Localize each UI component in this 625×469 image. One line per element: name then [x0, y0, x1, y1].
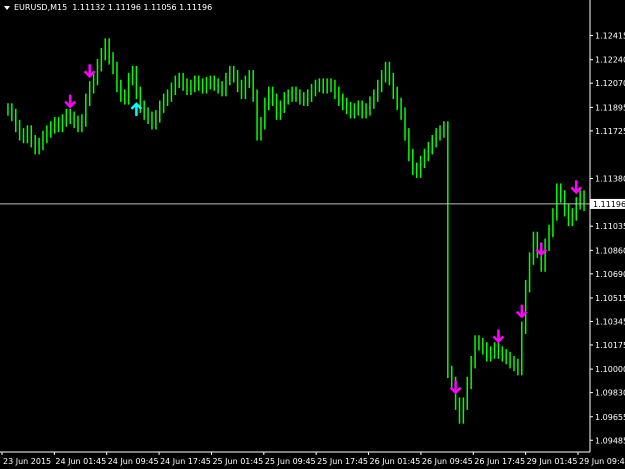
x-tick-label: 26 Jun 17:45 [474, 457, 525, 466]
chart-canvas: 1.12415 1.12240 1.12070 1.11895 1.11725 1.113… [0, 0, 625, 469]
x-tick-label: 25 Jun 17:45 [317, 457, 368, 466]
y-tick-label: 1.12415 [595, 32, 625, 41]
ohlc-values: 1.11132 1.11196 1.11056 1.11196 [72, 3, 213, 12]
y-tick-label: 1.10690 [595, 270, 625, 279]
x-tick-label: 25 Jun 01:45 [212, 457, 263, 466]
y-tick-label: 1.09485 [595, 436, 625, 445]
y-tick-label: 1.09830 [595, 389, 625, 398]
x-tick-label: 24 Jun 17:45 [160, 457, 211, 466]
dropdown-triangle-icon[interactable] [4, 5, 10, 10]
x-tick-label: 24 Jun 01:45 [55, 457, 106, 466]
y-tick-label: 1.10860 [595, 246, 625, 255]
x-tick-label: 29 Jun 09:45 [579, 457, 625, 466]
y-tick-label: 1.11380 [595, 175, 625, 184]
chart-header: EURUSD,M15 1.11132 1.11196 1.11056 1.111… [4, 3, 212, 12]
y-tick-label: 1.11035 [595, 222, 625, 231]
y-tick-label: 1.10345 [595, 317, 625, 326]
y-tick-label: 1.10000 [595, 365, 625, 374]
x-tick-label: 23 Jun 2015 [3, 457, 51, 466]
price-label-text: 1.11196 [593, 200, 625, 209]
y-tick-label: 1.12070 [595, 79, 625, 88]
y-tick-label: 1.11895 [595, 103, 625, 112]
y-tick-label: 1.10515 [595, 294, 625, 303]
x-tick-label: 26 Jun 01:45 [370, 457, 421, 466]
chart-background [0, 0, 625, 469]
symbol-timeframe: EURUSD,M15 [14, 3, 68, 12]
y-tick-label: 1.12240 [595, 56, 625, 65]
x-tick-label: 29 Jun 01:45 [527, 457, 578, 466]
x-tick-label: 24 Jun 09:45 [108, 457, 159, 466]
x-tick-label: 25 Jun 09:45 [265, 457, 316, 466]
x-tick-label: 26 Jun 09:45 [422, 457, 473, 466]
y-tick-label: 1.09655 [595, 413, 625, 422]
y-tick-label: 1.11725 [595, 127, 625, 136]
y-tick-label: 1.10175 [595, 341, 625, 350]
